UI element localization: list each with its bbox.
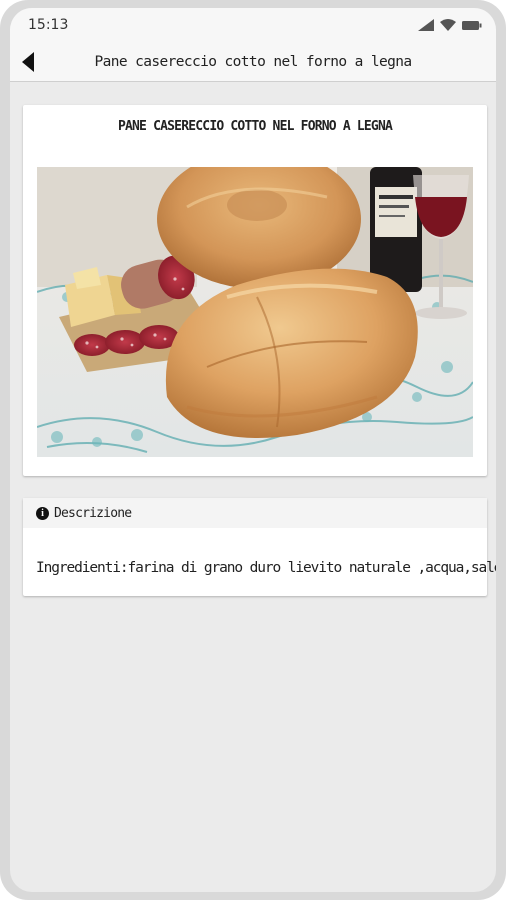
- device-frame: 15:13 Pane casereccio cotto nel forno a …: [0, 0, 506, 900]
- description-card: i Descrizione Ingredienti:farina di gran…: [23, 498, 496, 596]
- screen: 15:13 Pane casereccio cotto nel forno a …: [10, 8, 496, 892]
- description-heading: Descrizione: [54, 505, 132, 521]
- product-title: PANE CASERECCIO COTTO NEL FORNO A LEGNA: [117, 119, 393, 134]
- status-bar: 15:13: [10, 8, 496, 42]
- page-title: Pane casereccio cotto nel forno a legna: [94, 53, 412, 70]
- app-bar: Pane casereccio cotto nel forno a legna: [10, 42, 496, 82]
- info-icon: i: [36, 506, 49, 520]
- battery-icon: [462, 20, 482, 30]
- product-image[interactable]: [37, 167, 473, 457]
- product-card: PANE CASERECCIO COTTO NEL FORNO A LEGNA: [23, 105, 487, 476]
- status-icons: [418, 19, 482, 31]
- back-button[interactable]: [14, 48, 42, 76]
- status-time: 15:13: [28, 17, 69, 33]
- description-header: i Descrizione: [23, 498, 487, 528]
- signal-icon: [418, 19, 434, 31]
- wifi-icon: [440, 19, 456, 31]
- description-text: Ingredienti:farina di grano duro lievito…: [36, 560, 496, 576]
- back-arrow-icon: [22, 52, 34, 72]
